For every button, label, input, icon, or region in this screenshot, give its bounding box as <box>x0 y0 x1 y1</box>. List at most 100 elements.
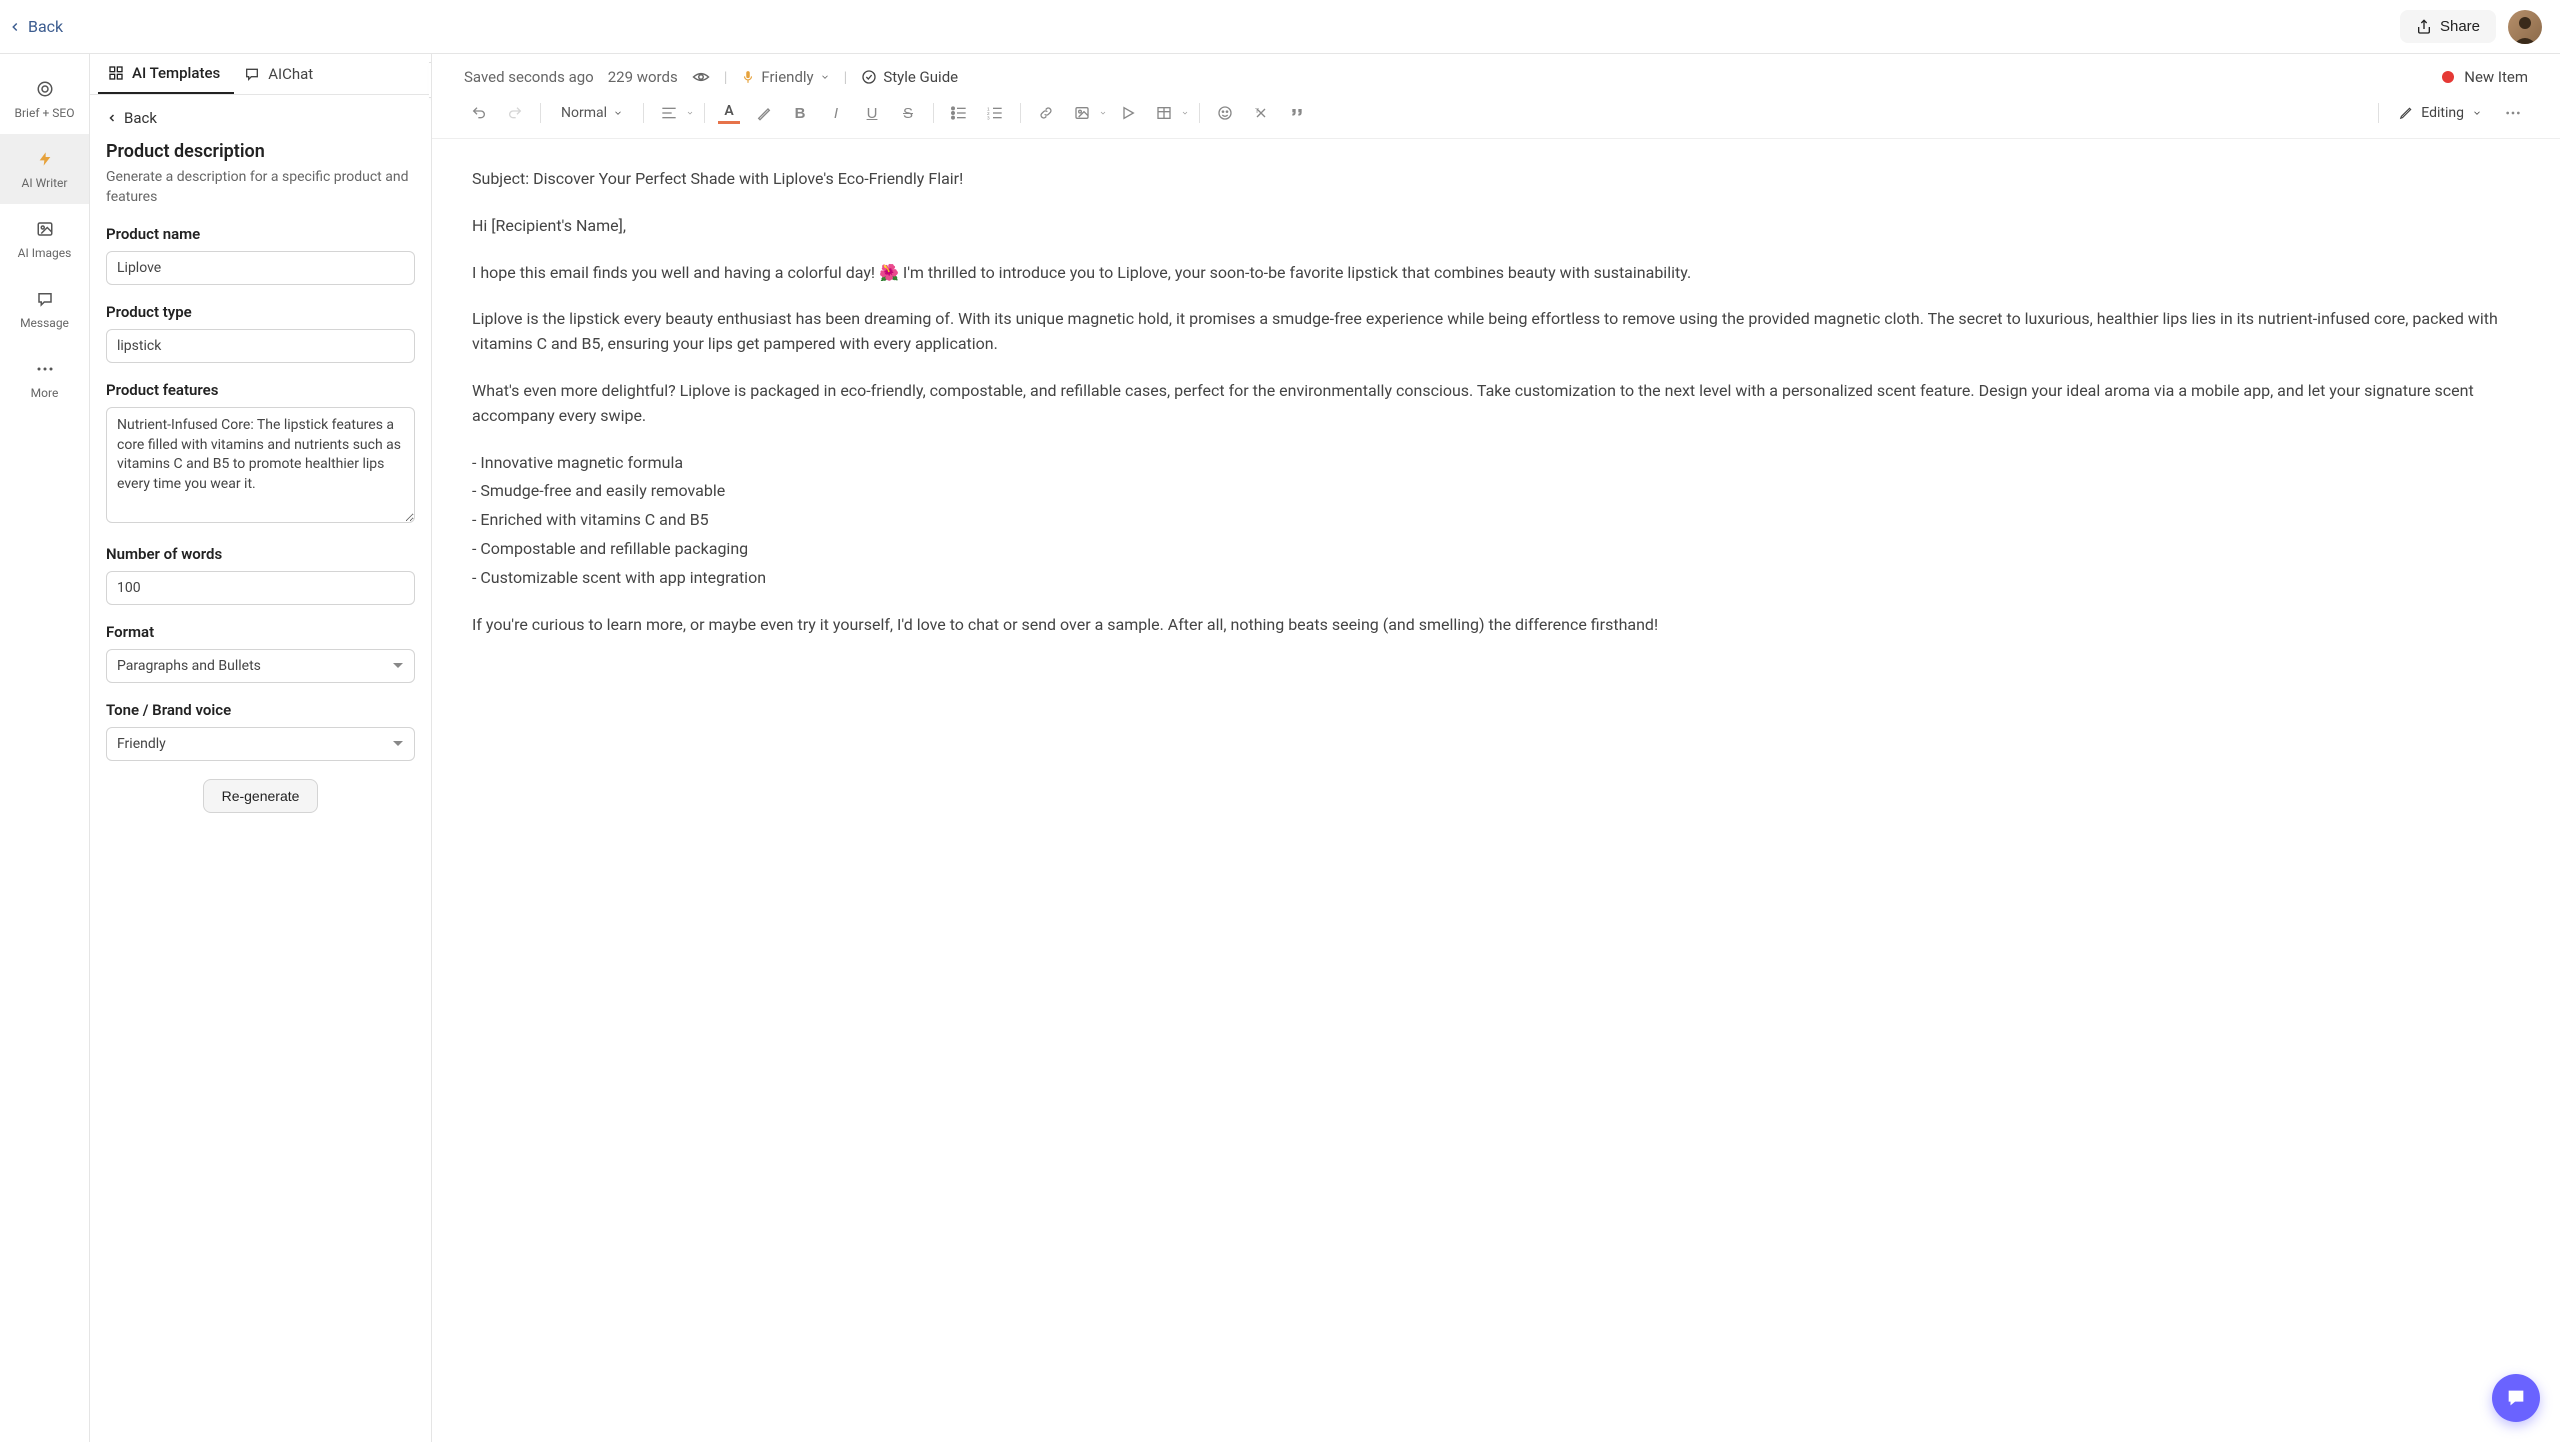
chevron-down-icon <box>613 108 623 118</box>
underline-button[interactable]: U <box>857 98 887 128</box>
product-type-label: Product type <box>106 303 415 321</box>
underline-icon: U <box>867 105 878 122</box>
doc-bullet: - Smudge-free and easily removable <box>472 479 2520 504</box>
tab-aichat[interactable]: AIChat <box>234 54 327 94</box>
editing-mode-select[interactable]: Editing <box>2389 101 2492 125</box>
table-icon <box>1156 105 1172 121</box>
redo-button[interactable] <box>500 98 530 128</box>
doc-greeting: Hi [Recipient's Name], <box>472 214 2520 239</box>
quote-icon <box>1289 105 1305 121</box>
doc-bullet: - Innovative magnetic formula <box>472 451 2520 476</box>
style-guide-button[interactable]: Style Guide <box>861 68 958 86</box>
rail-label: More <box>31 386 59 400</box>
user-avatar[interactable] <box>2508 10 2542 44</box>
rail-more[interactable]: More <box>0 344 89 414</box>
bold-button[interactable]: B <box>785 98 815 128</box>
align-button[interactable] <box>654 98 684 128</box>
product-name-label: Product name <box>106 225 415 243</box>
video-icon <box>1120 105 1136 121</box>
panel-back[interactable]: Back <box>106 109 415 137</box>
format-select[interactable]: Paragraphs and Bullets <box>106 649 415 683</box>
image-icon <box>34 218 56 240</box>
tab-label: AIChat <box>268 65 313 83</box>
product-features-label: Product features <box>106 381 415 399</box>
svg-text:3: 3 <box>987 116 990 120</box>
rail-label: Message <box>20 316 69 330</box>
align-left-icon <box>661 107 677 119</box>
support-chat-button[interactable] <box>2492 1374 2540 1422</box>
target-icon <box>34 78 56 100</box>
avatar-image <box>2508 10 2542 44</box>
rail-ai-writer[interactable]: AI Writer <box>0 134 89 204</box>
bullet-list-button[interactable] <box>944 98 974 128</box>
tone-select[interactable]: Friendly <box>106 727 415 761</box>
chevron-left-icon <box>8 20 22 34</box>
editor-area: Saved seconds ago 229 words | Friendly |… <box>432 54 2560 1442</box>
rail-ai-images[interactable]: AI Images <box>0 204 89 274</box>
panel-back-label: Back <box>124 109 157 127</box>
link-button[interactable] <box>1031 98 1061 128</box>
more-icon <box>34 358 56 380</box>
emoji-icon <box>1217 105 1233 121</box>
doc-paragraph: Liplove is the lipstick every beauty ent… <box>472 307 2520 357</box>
message-icon <box>34 288 56 310</box>
number-list-icon: 123 <box>987 106 1003 120</box>
number-list-button[interactable]: 123 <box>980 98 1010 128</box>
font-color-button[interactable]: A <box>715 98 743 128</box>
document-body[interactable]: Subject: Discover Your Perfect Shade wit… <box>432 139 2560 1442</box>
doc-subject: Subject: Discover Your Perfect Shade wit… <box>472 167 2520 192</box>
tab-ai-templates[interactable]: AI Templates <box>98 54 234 94</box>
number-of-words-label: Number of words <box>106 545 415 563</box>
rail-message[interactable]: Message <box>0 274 89 344</box>
strikethrough-button[interactable]: S <box>893 98 923 128</box>
doc-paragraph: If you're curious to learn more, or mayb… <box>472 613 2520 638</box>
regenerate-button[interactable]: Re-generate <box>203 779 319 813</box>
share-icon <box>2416 19 2432 35</box>
share-button[interactable]: Share <box>2400 10 2496 43</box>
grid-icon <box>108 65 124 81</box>
more-options-button[interactable] <box>2498 98 2528 128</box>
doc-bullet: - Compostable and refillable packaging <box>472 537 2520 562</box>
product-name-input[interactable] <box>106 251 415 285</box>
italic-icon: I <box>834 105 838 122</box>
rail-brief-seo[interactable]: Brief + SEO <box>0 64 89 134</box>
item-status[interactable]: New Item <box>2442 68 2528 86</box>
image-insert-button[interactable] <box>1067 98 1097 128</box>
link-icon <box>1038 105 1054 121</box>
tone-indicator[interactable]: Friendly <box>741 68 829 86</box>
redo-icon <box>507 105 523 121</box>
bullet-list-icon <box>951 106 967 120</box>
editing-mode-label: Editing <box>2421 105 2464 121</box>
paragraph-type-select[interactable]: Normal <box>551 101 633 125</box>
highlight-icon <box>756 105 772 121</box>
eye-icon[interactable] <box>692 68 710 86</box>
clear-format-button[interactable]: T <box>1246 98 1276 128</box>
left-rail: Brief + SEO AI Writer AI Images Message … <box>0 54 90 1442</box>
back-to-dashboard[interactable]: Back <box>8 17 63 36</box>
emoji-button[interactable] <box>1210 98 1240 128</box>
highlight-button[interactable] <box>749 98 779 128</box>
rail-label: Brief + SEO <box>15 106 75 120</box>
product-type-input[interactable] <box>106 329 415 363</box>
doc-bullet: - Enriched with vitamins C and B5 <box>472 508 2520 533</box>
italic-button[interactable]: I <box>821 98 851 128</box>
table-button[interactable] <box>1149 98 1179 128</box>
product-features-textarea[interactable] <box>106 407 415 523</box>
chevron-left-icon <box>106 112 118 124</box>
number-of-words-input[interactable] <box>106 571 415 605</box>
undo-button[interactable] <box>464 98 494 128</box>
share-label: Share <box>2440 18 2480 35</box>
chat-bubble-icon <box>2505 1387 2527 1409</box>
pencil-icon <box>2399 106 2413 120</box>
microphone-icon <box>741 69 755 85</box>
quote-button[interactable] <box>1282 98 1312 128</box>
format-label: Format <box>106 623 415 641</box>
bolt-icon <box>34 148 56 170</box>
paragraph-type-label: Normal <box>561 105 607 121</box>
tab-label: AI Templates <box>132 64 220 82</box>
chevron-down-icon <box>686 109 694 117</box>
undo-icon <box>471 105 487 121</box>
clear-format-icon: T <box>1253 105 1269 121</box>
video-button[interactable] <box>1113 98 1143 128</box>
chevron-down-icon <box>820 72 830 82</box>
